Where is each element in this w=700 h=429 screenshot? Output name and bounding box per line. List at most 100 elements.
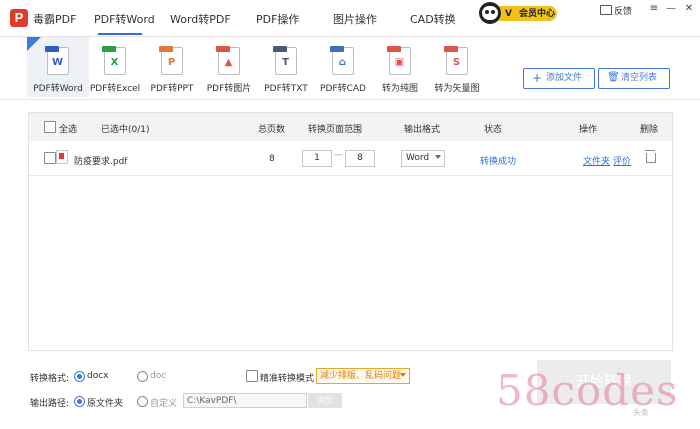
title-bar: P 毒霸PDF PDF转Word Word转PDF PDF操作 图片操作 CAD… — [0, 0, 700, 37]
tool-pdf-to-txt[interactable]: T PDF转TXT — [255, 37, 317, 97]
tool-glyph: T — [282, 57, 289, 68]
tool-label: PDF转TXT — [264, 84, 308, 94]
tool-label: PDF转CAD — [320, 84, 366, 94]
col-total-pages: 总页数 — [258, 125, 286, 135]
check-icon: ✓ — [42, 36, 48, 44]
add-file-button[interactable]: + 添加文件 — [523, 68, 595, 89]
tool-glyph: P — [167, 57, 176, 68]
tool-label: PDF转PPT — [150, 84, 194, 94]
tab-image-operations[interactable]: 图片操作 — [333, 11, 377, 27]
chevron-down-icon — [435, 155, 441, 159]
selected-ribbon: ✓ — [27, 36, 48, 51]
tab-pdf-to-word[interactable]: PDF转Word — [94, 11, 155, 27]
tool-glyph: ▣ — [394, 57, 405, 68]
tool-pdf-to-word[interactable]: ✓ W PDF转Word — [27, 36, 89, 97]
minimize-icon[interactable]: — — [664, 3, 678, 14]
path-original-label[interactable]: 原文件夹 — [87, 396, 123, 409]
tool-label: 转为纯图 — [381, 84, 418, 94]
pure-image-icon: ▣ — [387, 46, 411, 75]
app-logo-icon: P — [10, 9, 28, 27]
table-row: 防疫要求.pdf 8 1 — 8 Word 转换成功 文件夹 评价 — [29, 141, 672, 176]
cad-doc-icon: ⌂ — [330, 46, 354, 75]
vip-pill: 会员中心 V — [493, 6, 557, 21]
watermark-small: 头条 — [633, 408, 649, 417]
tool-badge — [159, 46, 173, 52]
image-doc-icon: ▲ — [216, 46, 240, 75]
tool-label: PDF转Word — [33, 84, 83, 94]
close-icon[interactable]: ✕ — [682, 3, 696, 14]
feedback-label[interactable]: 反馈 — [614, 4, 632, 17]
excel-doc-icon: X — [102, 46, 126, 75]
tool-to-pure-image[interactable]: ▣ 转为纯图 — [369, 37, 431, 97]
panda-eye-left — [485, 10, 489, 14]
tab-word-to-pdf[interactable]: Word转PDF — [170, 11, 231, 27]
output-format-select[interactable]: Word — [401, 150, 445, 167]
conversion-toolbar: ✓ W PDF转Word X PDF转Excel P PDF转PPT ▲ PDF… — [0, 36, 700, 100]
tool-label: 转为矢量图 — [434, 84, 480, 94]
vip-label: 会员中心 — [519, 9, 556, 19]
range-from-input[interactable]: 1 — [302, 150, 332, 167]
path-original-radio[interactable] — [74, 396, 85, 407]
tool-pdf-to-image[interactable]: ▲ PDF转图片 — [198, 37, 260, 97]
app-name: 毒霸PDF — [33, 13, 77, 26]
format-docx-radio[interactable] — [74, 371, 85, 382]
tool-badge — [273, 46, 287, 52]
tool-pdf-to-cad[interactable]: ⌂ PDF转CAD — [312, 37, 374, 97]
word-doc-icon: W — [45, 46, 69, 75]
select-all-checkbox[interactable] — [44, 121, 56, 133]
rate-link[interactable]: 评价 — [613, 154, 631, 167]
table-header: 全选 已选中(0/1) 总页数 转换页面范围 输出格式 状态 操作 删除 — [29, 113, 672, 141]
range-separator: — — [334, 150, 343, 160]
vector-image-icon: S — [444, 46, 468, 75]
active-tab-indicator — [98, 33, 142, 35]
tool-glyph: ⌂ — [338, 57, 347, 68]
file-table: 全选 已选中(0/1) 总页数 转换页面范围 输出格式 状态 操作 删除 防疫要… — [28, 112, 673, 351]
tool-glyph: S — [452, 57, 461, 68]
panda-mascot-icon — [479, 2, 501, 24]
format-docx-label[interactable]: docx — [87, 371, 109, 381]
format-doc-radio[interactable] — [137, 371, 148, 382]
select-all-label[interactable]: 全选 — [59, 122, 77, 135]
precise-mode-hint-dropdown[interactable]: 减少排版、乱码问题 — [316, 368, 410, 384]
output-path-label: 输出路径: — [30, 399, 70, 409]
precise-mode-hint: 减少排版、乱码问题 — [320, 371, 402, 381]
precise-mode-checkbox[interactable] — [246, 370, 258, 382]
range-to-input[interactable]: 8 — [345, 150, 375, 167]
path-custom-radio[interactable] — [137, 396, 148, 407]
clear-list-button[interactable]: 🗑 清空列表 — [598, 68, 670, 89]
col-status: 状态 — [484, 125, 503, 135]
format-label: 转换格式: — [30, 374, 70, 384]
panda-eye-right — [491, 10, 495, 14]
tool-badge — [330, 46, 344, 52]
tool-badge — [444, 46, 458, 52]
tool-glyph: X — [110, 57, 119, 68]
format-doc-label[interactable]: doc — [150, 371, 166, 381]
chevron-down-icon — [400, 373, 406, 377]
selected-count: 已选中(0/1) — [101, 125, 150, 135]
start-convert-button[interactable]: 开始转换 — [537, 360, 671, 404]
menu-icon[interactable]: ≡ — [647, 3, 661, 14]
delete-row-icon[interactable] — [645, 150, 656, 163]
pdf-file-icon — [56, 150, 68, 164]
tool-pdf-to-excel[interactable]: X PDF转Excel — [84, 37, 146, 97]
tool-glyph: ▲ — [224, 57, 233, 68]
vip-center-button[interactable]: 会员中心 V — [479, 2, 559, 24]
feedback-icon[interactable] — [600, 5, 612, 15]
tool-pdf-to-ppt[interactable]: P PDF转PPT — [141, 37, 203, 97]
col-delete: 删除 — [640, 125, 659, 135]
tool-badge — [216, 46, 230, 52]
open-folder-link[interactable]: 文件夹 — [583, 154, 610, 167]
output-path-input[interactable]: C:\KavPDF\ — [183, 393, 307, 408]
row-checkbox[interactable] — [44, 152, 56, 164]
clear-list-label: 清空列表 — [621, 73, 658, 83]
precise-mode-label[interactable]: 精准转换模式 — [260, 371, 314, 384]
tool-glyph: W — [51, 57, 64, 68]
tab-pdf-operations[interactable]: PDF操作 — [256, 11, 299, 27]
tool-badge — [387, 46, 401, 52]
file-name: 防疫要求.pdf — [74, 157, 128, 167]
tab-cad-convert[interactable]: CAD转换 — [410, 11, 456, 27]
path-custom-label[interactable]: 自定义 — [150, 396, 177, 409]
browse-button[interactable]: 浏览 — [308, 393, 342, 408]
tool-to-vector-image[interactable]: S 转为矢量图 — [426, 37, 488, 97]
txt-doc-icon: T — [273, 46, 297, 75]
